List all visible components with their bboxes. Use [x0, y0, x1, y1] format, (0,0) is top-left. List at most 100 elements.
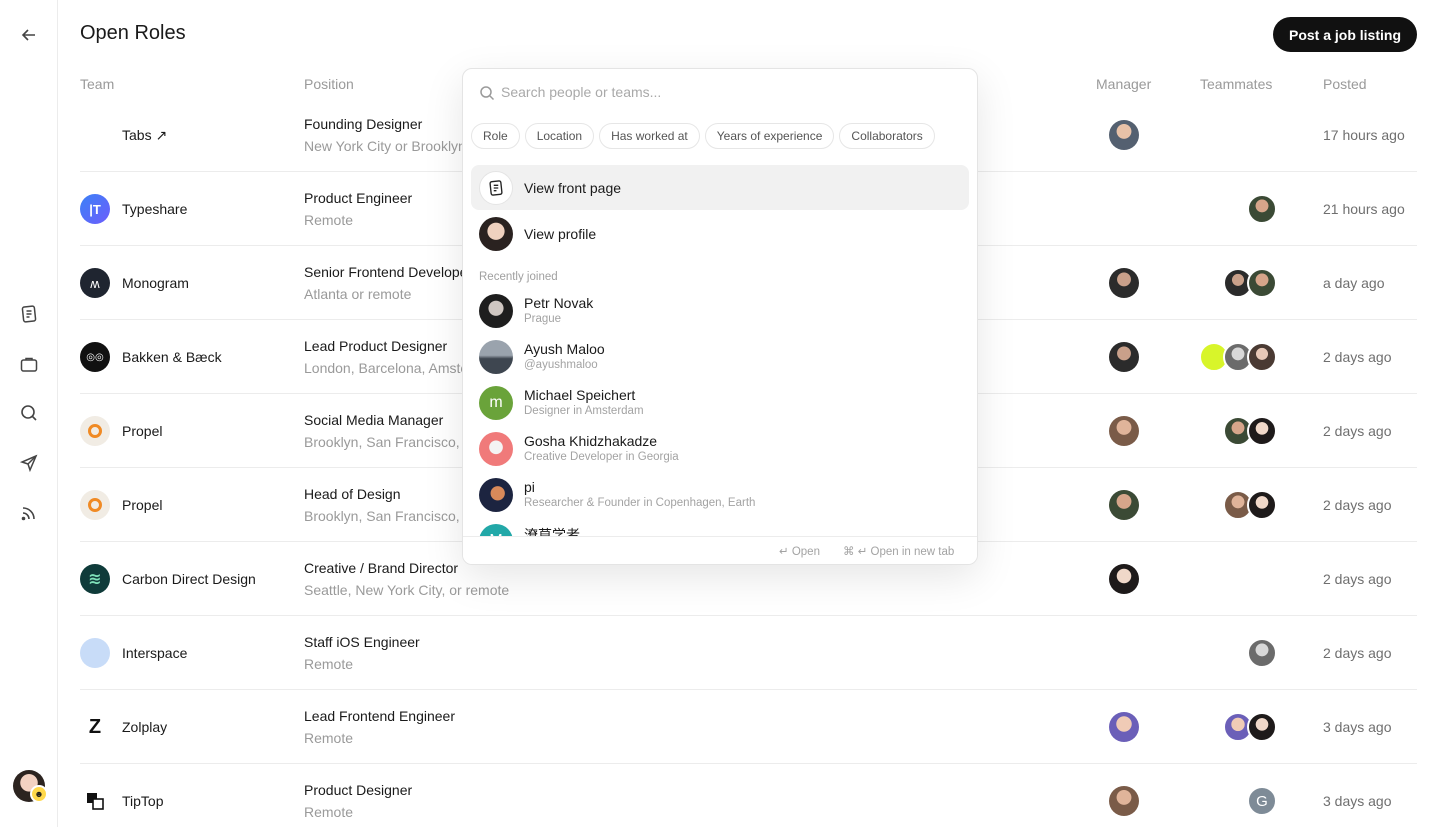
filter-chip-role[interactable]: Role — [471, 123, 520, 149]
manager-avatar[interactable] — [1109, 564, 1139, 594]
team-name[interactable]: Bakken & Bæck — [122, 349, 222, 365]
team-name[interactable]: Zolplay — [122, 719, 167, 735]
person-result[interactable]: Ayush Maloo @ayushmaloo — [471, 335, 969, 379]
document-icon[interactable] — [17, 302, 41, 326]
sidebar: ☻ — [0, 0, 58, 827]
teammate-avatar[interactable] — [1247, 638, 1277, 668]
team-logo — [80, 120, 110, 150]
position-location: Remote — [304, 804, 354, 820]
teammates-avatars: G — [1247, 786, 1277, 816]
view-front-page-action[interactable]: View front page — [471, 165, 969, 210]
teammates-avatars — [1223, 712, 1277, 742]
teammate-avatar[interactable] — [1247, 490, 1277, 520]
person-avatar — [479, 294, 513, 328]
team-name[interactable]: Typeshare — [122, 201, 187, 217]
teammate-avatar[interactable] — [1247, 712, 1277, 742]
column-header-teammates[interactable]: Teammates — [1200, 76, 1272, 92]
back-arrow-icon[interactable] — [17, 23, 41, 47]
teammates-avatars — [1247, 194, 1277, 224]
document-icon — [479, 171, 513, 205]
send-icon[interactable] — [17, 451, 41, 475]
column-header-manager[interactable]: Manager — [1096, 76, 1151, 92]
manager-avatar[interactable] — [1109, 490, 1139, 520]
manager-avatar[interactable] — [1109, 342, 1139, 372]
filter-chip-location[interactable]: Location — [524, 123, 595, 149]
person-subtitle: Creative Developer in Georgia — [524, 451, 679, 463]
search-icon — [480, 86, 495, 101]
position-title: Staff iOS Engineer — [304, 634, 420, 650]
filter-chip-collaborators[interactable]: Collaborators — [839, 123, 935, 149]
posted-time: a day ago — [1323, 275, 1385, 291]
team-logo — [80, 786, 110, 816]
filter-chip-has-worked-at[interactable]: Has worked at — [599, 123, 700, 149]
search-icon[interactable] — [17, 401, 41, 425]
team-logo — [80, 638, 110, 668]
manager-avatar[interactable] — [1109, 712, 1139, 742]
column-header-team[interactable]: Team — [80, 76, 114, 92]
position-title: Social Media Manager — [304, 412, 444, 428]
team-name[interactable]: Tabs ↗ — [122, 127, 167, 144]
filter-chip-years-of-experience[interactable]: Years of experience — [704, 123, 835, 149]
team-logo: ʍ — [80, 268, 110, 298]
team-name[interactable]: Interspace — [122, 645, 187, 661]
team-name[interactable]: Propel — [122, 423, 162, 439]
briefcase-icon[interactable] — [17, 352, 41, 376]
column-header-posted[interactable]: Posted — [1323, 76, 1367, 92]
position-location: Atlanta or remote — [304, 286, 412, 302]
action-label: View front page — [524, 180, 622, 196]
posted-time: 17 hours ago — [1323, 127, 1405, 143]
position-location: Seattle, New York City, or remote — [304, 582, 510, 598]
manager-avatar[interactable] — [1109, 416, 1139, 446]
teammate-avatar[interactable] — [1247, 342, 1277, 372]
table-row[interactable]: TipTop Product Designer Remote G 3 days … — [80, 764, 1417, 827]
position-location: New York City or Brooklyn — [304, 138, 466, 154]
team-name[interactable]: Propel — [122, 497, 162, 513]
teammate-avatar[interactable]: G — [1247, 786, 1277, 816]
person-avatar: m — [479, 386, 513, 420]
position-location: Remote — [304, 730, 354, 746]
rss-icon[interactable] — [17, 501, 41, 525]
person-result[interactable]: Gosha Khidzhakadze Creative Developer in… — [471, 427, 969, 471]
team-logo — [80, 490, 110, 520]
posted-time: 2 days ago — [1323, 645, 1392, 661]
table-row[interactable]: Interspace Staff iOS Engineer Remote 2 d… — [80, 616, 1417, 690]
position-title: Creative / Brand Director — [304, 560, 459, 576]
teammate-avatar[interactable] — [1247, 194, 1277, 224]
open-hint: ↵ Open — [779, 546, 820, 558]
palette-footer: ↵ Open ⌘ ↵ Open in new tab — [463, 536, 977, 564]
profile-avatar — [479, 217, 513, 251]
teammate-avatar[interactable] — [1247, 416, 1277, 446]
team-name[interactable]: Monogram — [122, 275, 189, 291]
person-subtitle: Prague — [524, 313, 562, 325]
position-location: Remote — [304, 212, 354, 228]
teammate-avatar[interactable] — [1247, 268, 1277, 298]
teammates-avatars — [1199, 342, 1277, 372]
team-logo: |T — [80, 194, 110, 224]
position-title: Head of Design — [304, 486, 401, 502]
post-job-listing-button[interactable]: Post a job listing — [1272, 17, 1417, 52]
posted-time: 2 days ago — [1323, 497, 1392, 513]
position-title: Lead Product Designer — [304, 338, 448, 354]
position-title: Founding Designer — [304, 116, 423, 132]
person-result[interactable]: m Michael Speichert Designer in Amsterda… — [471, 381, 969, 425]
position-title: Senior Frontend Developer — [304, 264, 473, 280]
command-palette: Role Location Has worked at Years of exp… — [462, 68, 978, 565]
team-name[interactable]: Carbon Direct Design — [122, 571, 256, 587]
person-result[interactable]: Petr Novak Prague — [471, 289, 969, 333]
team-logo: ≋ — [80, 564, 110, 594]
team-name[interactable]: TipTop — [122, 793, 164, 809]
view-profile-action[interactable]: View profile — [471, 211, 969, 256]
person-avatar — [479, 432, 513, 466]
emoji-status-icon: ☻ — [30, 785, 48, 803]
manager-avatar[interactable] — [1109, 120, 1139, 150]
posted-time: 2 days ago — [1323, 423, 1392, 439]
posted-time: 2 days ago — [1323, 349, 1392, 365]
manager-avatar[interactable] — [1109, 268, 1139, 298]
table-row[interactable]: Z Zolplay Lead Frontend Engineer Remote … — [80, 690, 1417, 764]
search-input[interactable] — [501, 81, 941, 103]
person-name: Michael Speichert — [524, 387, 636, 403]
person-result[interactable]: pi Researcher & Founder in Copenhagen, E… — [471, 473, 969, 517]
column-header-position[interactable]: Position — [304, 76, 354, 92]
person-name: Gosha Khidzhakadze — [524, 433, 658, 449]
manager-avatar[interactable] — [1109, 786, 1139, 816]
